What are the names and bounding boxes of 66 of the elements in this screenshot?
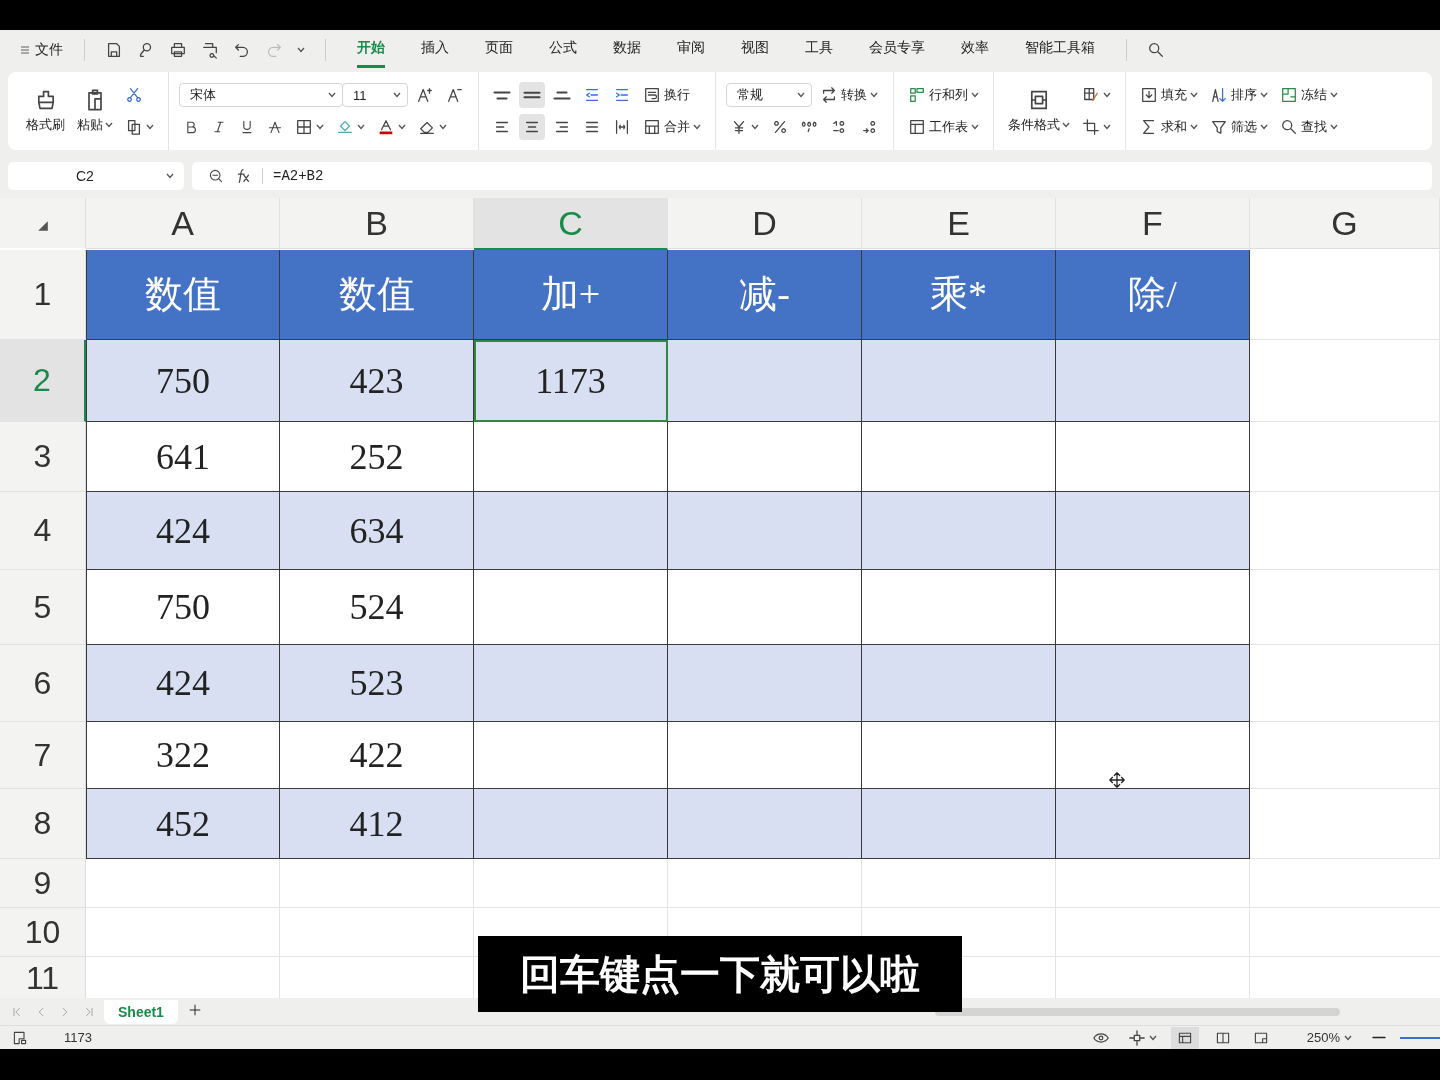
format-painter-button[interactable]: 格式刷: [22, 86, 69, 136]
conditional-format-button[interactable]: 条件格式: [1004, 86, 1074, 136]
table-cell: 424: [86, 645, 280, 722]
video-caption: 回车键点一下就可以啦: [478, 936, 962, 1012]
sum-button[interactable]: 求和: [1136, 114, 1202, 140]
column-header[interactable]: G: [1250, 198, 1440, 249]
table-cell: 634: [280, 492, 474, 570]
cell-value: 1173: [64, 1030, 92, 1045]
ribbon-tab[interactable]: 智能工具箱: [1025, 32, 1095, 68]
table-cell: 1173: [474, 340, 668, 422]
fill-button[interactable]: 填充: [1136, 82, 1202, 108]
ribbon-tab[interactable]: 审阅: [677, 32, 705, 68]
font-size-field[interactable]: 11: [342, 83, 408, 107]
header-cell: 除/: [1056, 250, 1250, 340]
header-cell: 数值: [86, 250, 280, 340]
zoom-level[interactable]: 250%: [1300, 1029, 1358, 1046]
rows-columns-button[interactable]: 行和列: [904, 82, 983, 108]
table-cell: 423: [280, 340, 474, 422]
table-cell: 452: [86, 789, 280, 859]
ribbon-tab[interactable]: 插入: [421, 32, 449, 68]
paste-button[interactable]: 粘贴: [73, 86, 117, 136]
ribbon-tab[interactable]: 数据: [613, 32, 641, 68]
freeze-button[interactable]: 冻结: [1276, 82, 1342, 108]
header-cell: 数值: [280, 250, 474, 340]
column-header[interactable]: D: [668, 198, 862, 249]
column-header[interactable]: B: [280, 198, 474, 249]
name-box[interactable]: C2: [8, 162, 184, 190]
ribbon-tab[interactable]: 页面: [485, 32, 513, 68]
ribbon-tab[interactable]: 工具: [805, 32, 833, 68]
table-cell: 424: [86, 492, 280, 570]
header-cell: 减-: [668, 250, 862, 340]
ribbon-tab[interactable]: 会员专享: [869, 32, 925, 68]
table-cell: 523: [280, 645, 474, 722]
wrap-text-button[interactable]: 换行: [639, 82, 694, 108]
row-header[interactable]: 1: [0, 250, 86, 340]
row-header[interactable]: 8: [0, 789, 86, 859]
merge-button[interactable]: 合并: [639, 114, 705, 140]
file-menu[interactable]: 文件: [14, 37, 68, 63]
row-header[interactable]: 3: [0, 422, 86, 492]
number-format-field[interactable]: 常规: [726, 83, 812, 107]
row-header[interactable]: 5: [0, 570, 86, 645]
find-button[interactable]: 查找: [1276, 114, 1342, 140]
ribbon-tab[interactable]: 开始: [357, 32, 385, 68]
table-cell: 412: [280, 789, 474, 859]
column-header[interactable]: E: [862, 198, 1056, 249]
sort-button[interactable]: 排序: [1206, 82, 1272, 108]
ribbon-tab[interactable]: 视图: [741, 32, 769, 68]
formula-field[interactable]: =A2+B2: [273, 168, 324, 184]
column-header[interactable]: F: [1056, 198, 1250, 249]
header-cell: 加+: [474, 250, 668, 340]
column-header[interactable]: A: [86, 198, 280, 249]
table-cell: 750: [86, 340, 280, 422]
sheet-tab[interactable]: Sheet1: [104, 999, 178, 1024]
row-header[interactable]: 11: [0, 957, 86, 998]
worksheet-button[interactable]: 工作表: [904, 114, 983, 140]
header-cell: 乘*: [862, 250, 1056, 340]
ribbon-tab[interactable]: 效率: [961, 32, 989, 68]
font-name-field[interactable]: 宋体: [179, 83, 343, 107]
row-header[interactable]: 9: [0, 859, 86, 908]
convert-button[interactable]: 转换: [816, 82, 882, 108]
ribbon-tab[interactable]: 公式: [549, 32, 577, 68]
row-header[interactable]: 6: [0, 645, 86, 722]
row-header[interactable]: 7: [0, 722, 86, 789]
filter-button[interactable]: 筛选: [1206, 114, 1272, 140]
row-header[interactable]: 10: [0, 908, 86, 957]
row-header[interactable]: 4: [0, 492, 86, 570]
